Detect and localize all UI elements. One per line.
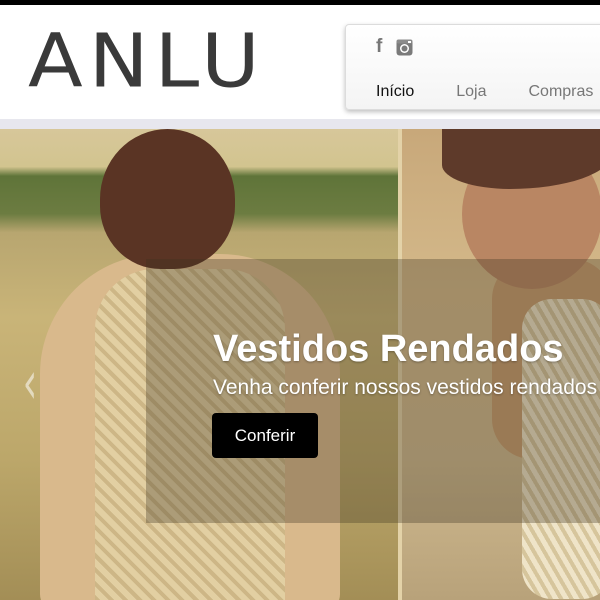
site-header: ANLU f Início Loja Compras — [0, 5, 600, 119]
slide-title: Vestidos Rendados — [213, 328, 564, 370]
nav-panel: f Início Loja Compras — [345, 24, 600, 110]
site-logo[interactable]: ANLU — [28, 25, 266, 99]
main-menu: Início Loja Compras — [376, 83, 593, 101]
hero-carousel[interactable]: Vestidos Rendados Venha conferir nossos … — [0, 129, 600, 600]
conferir-button[interactable]: Conferir — [212, 413, 318, 458]
nav-item-inicio[interactable]: Início — [376, 83, 414, 101]
slide-subtitle: Venha conferir nossos vestidos rendados — [213, 376, 598, 399]
social-links: f — [376, 37, 413, 57]
nav-item-compras[interactable]: Compras — [529, 83, 594, 101]
figure-hair — [100, 129, 235, 269]
figure-hair-2 — [442, 129, 600, 189]
instagram-icon[interactable] — [396, 39, 413, 56]
prev-arrow-icon[interactable]: ‹ — [23, 353, 37, 413]
facebook-icon[interactable]: f — [376, 37, 382, 57]
nav-item-loja[interactable]: Loja — [456, 83, 486, 101]
header-separator — [0, 119, 600, 129]
